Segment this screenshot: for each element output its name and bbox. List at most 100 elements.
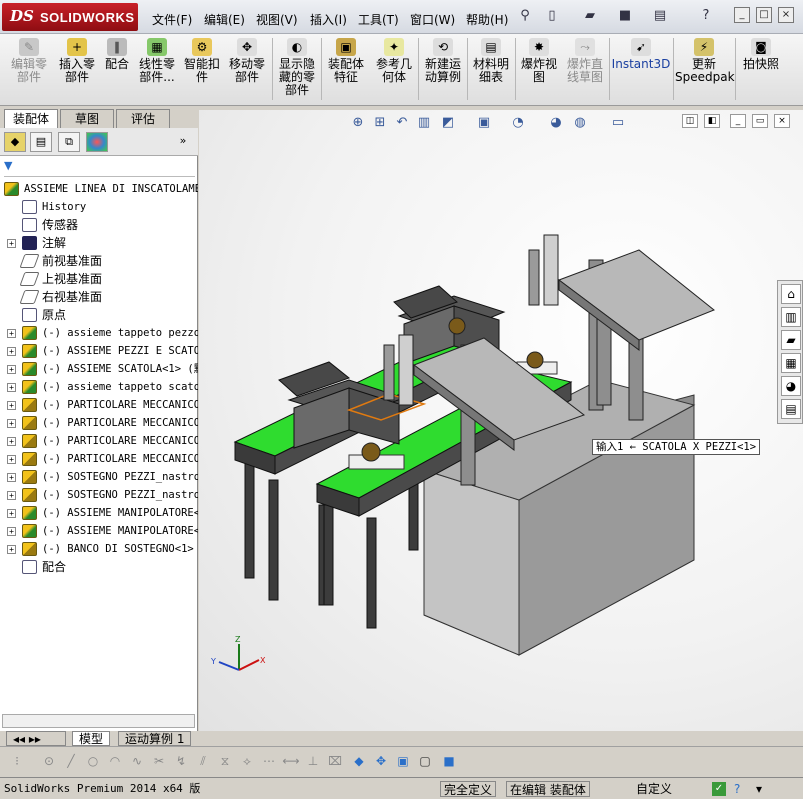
view-palette-icon[interactable]: ▦ xyxy=(781,353,801,373)
trim-icon[interactable]: ✂ xyxy=(150,754,168,770)
graphics-area[interactable]: ⊕ ⊞ ↶ ▥ ◩ ▣ ◔ ◕ ◍ ▭ ◫ ◧ _ ▭ × Z X Y 输入1 … xyxy=(199,110,803,731)
expand-toggle-icon[interactable]: + xyxy=(7,545,16,554)
menu-edit[interactable]: 编辑(E) xyxy=(204,11,245,28)
spline-icon[interactable]: ∿ xyxy=(128,754,146,770)
tab-motion-study[interactable]: 运动算例 1 xyxy=(118,731,192,746)
solidworks-resources-icon[interactable]: ⌂ xyxy=(781,284,801,304)
menu-tools[interactable]: 工具(T) xyxy=(358,11,399,28)
minimize-button[interactable]: _ xyxy=(734,7,750,23)
relation-icon[interactable]: ⊥ xyxy=(304,754,322,770)
open-folder-icon[interactable]: ▰ xyxy=(580,8,600,26)
rebuild-status-icon[interactable]: ✓ xyxy=(712,782,726,796)
expand-toggle-icon[interactable]: + xyxy=(7,347,16,356)
tree-item[interactable]: 上视基准面 xyxy=(0,270,198,288)
solidworks-logo[interactable]: DS SOLIDWORKS xyxy=(2,3,138,31)
assembly-model[interactable]: Z X Y xyxy=(199,110,803,731)
print-icon[interactable]: ▤ xyxy=(650,8,670,26)
menu-window[interactable]: 窗口(W) xyxy=(410,11,455,28)
bill-of-materials-button[interactable]: ▤ 材料明 细表 xyxy=(469,38,513,84)
move-component-button[interactable]: ✥ 移动零 部件 xyxy=(224,38,270,84)
tree-item[interactable]: + (-) SOSTEGNO PEZZI_nastro xyxy=(0,468,198,486)
edit-component-button[interactable]: ✎ 编辑零 部件 xyxy=(6,38,52,84)
tree-item[interactable]: 前视基准面 xyxy=(0,252,198,270)
reference-geometry-button[interactable]: ✦ 参考几 何体 xyxy=(371,38,417,84)
instant3d-button[interactable]: ➹ Instant3D xyxy=(611,38,671,71)
menu-help[interactable]: 帮助(H) xyxy=(466,11,508,28)
menu-view[interactable]: 视图(V) xyxy=(256,11,298,28)
close-button[interactable]: × xyxy=(778,7,794,23)
exploded-view-button[interactable]: ✸ 爆炸视 图 xyxy=(517,38,561,84)
menu-file[interactable]: 文件(F) xyxy=(152,11,192,28)
design-library-icon[interactable]: ▥ xyxy=(781,307,801,327)
expand-toggle-icon[interactable]: + xyxy=(7,329,16,338)
circle-icon[interactable]: ○ xyxy=(84,754,102,770)
new-motion-study-button[interactable]: ⟲ 新建运 动算例 xyxy=(420,38,466,84)
offset-icon[interactable]: ⫽ xyxy=(194,754,212,770)
feature-manager-tab-icon[interactable]: ◆ xyxy=(4,132,26,152)
tree-item[interactable]: + (-) ASSIEME MANIPOLATORE< xyxy=(0,504,198,522)
tree-item[interactable]: History xyxy=(0,198,198,216)
smart-fasteners-button[interactable]: ⚙ 智能扣 件 xyxy=(182,38,222,84)
help-icon[interactable]: ? xyxy=(696,8,716,26)
unit-system[interactable]: 自定义 xyxy=(636,781,672,797)
point-icon[interactable]: ⊙ xyxy=(40,754,58,770)
tab-model[interactable]: 模型 xyxy=(72,731,111,746)
expand-toggle-icon[interactable]: + xyxy=(7,473,16,482)
expand-toggle-icon[interactable]: + xyxy=(7,401,16,410)
horizontal-scrollbar[interactable] xyxy=(2,714,195,728)
arc-icon[interactable]: ◠ xyxy=(106,754,124,770)
tree-item[interactable]: + (-) ASSIEME PEZZI E SCATOL xyxy=(0,342,198,360)
tree-item[interactable]: + (-) SOSTEGNO PEZZI_nastro xyxy=(0,486,198,504)
expand-toggle-icon[interactable]: + xyxy=(7,455,16,464)
show-hidden-components-button[interactable]: ◐ 显示隐 藏的零 部件 xyxy=(274,38,320,97)
tab-nav-arrows[interactable]: ◂◂ ▸▸ xyxy=(6,731,66,746)
property-manager-tab-icon[interactable]: ▤ xyxy=(30,132,52,152)
tree-item[interactable]: + (-) PARTICOLARE MECCANICO xyxy=(0,414,198,432)
assembly-features-button[interactable]: ▣ 装配体 特征 xyxy=(323,38,369,84)
expand-toggle-icon[interactable]: + xyxy=(7,491,16,500)
expand-panel-icon[interactable]: » xyxy=(172,132,194,152)
update-speedpak-button[interactable]: ⚡ 更新 Speedpak xyxy=(675,38,735,84)
expand-toggle-icon[interactable]: + xyxy=(7,419,16,428)
tree-item[interactable]: + (-) PARTICOLARE MECCANICO xyxy=(0,450,198,468)
tree-item[interactable]: + (-) ASSIEME SCATOLA<1> (默 xyxy=(0,360,198,378)
filter-icon[interactable]: ▼ xyxy=(4,159,12,172)
expand-toggle-icon[interactable]: + xyxy=(7,527,16,536)
menu-insert[interactable]: 插入(I) xyxy=(310,11,347,28)
box-wireframe-icon[interactable]: ▢ xyxy=(416,754,434,770)
explode-line-sketch-button[interactable]: ⤳ 爆炸直 线草图 xyxy=(563,38,607,84)
tree-root[interactable]: ASSIEME LINEA DI INSCATOLAMEN xyxy=(0,180,198,198)
help-status-icon[interactable]: ? xyxy=(734,781,740,797)
tree-item[interactable]: + (-) PARTICOLARE MECCANICO xyxy=(0,432,198,450)
expand-toggle-icon[interactable]: + xyxy=(7,437,16,446)
tab-evaluate[interactable]: 评估 xyxy=(116,109,170,128)
tree-item[interactable]: + (-) assieme tappeto scato xyxy=(0,378,198,396)
tree-item[interactable]: + (-) PARTICOLARE MECCANICO xyxy=(0,396,198,414)
pin-icon[interactable]: ⚲ xyxy=(515,8,535,26)
new-document-icon[interactable]: ▯ xyxy=(542,8,562,26)
sketch-pattern-icon[interactable]: ⋯ xyxy=(260,754,278,770)
convert-entities-icon[interactable]: ⟡ xyxy=(238,754,256,770)
display-manager-tab-icon[interactable] xyxy=(86,132,108,152)
tab-sketch[interactable]: 草图 xyxy=(60,109,114,128)
save-icon[interactable]: ■ xyxy=(615,8,635,26)
view-3d-icon[interactable]: ▣ xyxy=(394,754,412,770)
repair-sketch-icon[interactable]: ⌧ xyxy=(326,754,344,770)
appearances-icon[interactable]: ◕ xyxy=(781,376,801,396)
linear-pattern-button[interactable]: ▦ 线性零 部件... xyxy=(134,38,180,84)
mate-button[interactable]: ∥ 配合 xyxy=(102,38,132,71)
move-entities-icon[interactable]: ✥ xyxy=(372,754,390,770)
extend-icon[interactable]: ↯ xyxy=(172,754,190,770)
configuration-manager-tab-icon[interactable]: ⧉ xyxy=(58,132,80,152)
restore-button[interactable]: □ xyxy=(756,7,772,23)
status-menu-arrow-icon[interactable]: ▾ xyxy=(756,781,762,797)
expand-toggle-icon[interactable]: + xyxy=(7,365,16,374)
expand-toggle-icon[interactable]: + xyxy=(7,239,16,248)
tree-item[interactable]: + (-) assieme tappeto pezzo xyxy=(0,324,198,342)
tree-item[interactable]: 配合 xyxy=(0,558,198,576)
line-icon[interactable]: ╱ xyxy=(62,754,80,770)
tree-item[interactable]: 右视基准面 xyxy=(0,288,198,306)
expand-toggle-icon[interactable]: + xyxy=(7,383,16,392)
mirror-icon[interactable]: ⧖ xyxy=(216,754,234,770)
shaded-box-icon[interactable]: ■ xyxy=(440,754,458,770)
